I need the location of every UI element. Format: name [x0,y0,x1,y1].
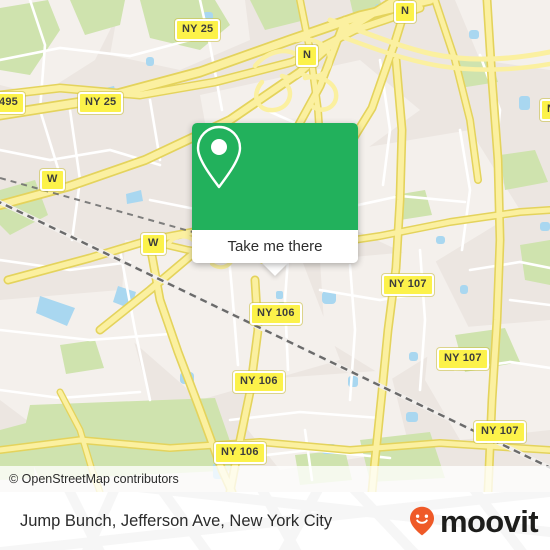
highway-shield: NY 25 [78,92,124,114]
highway-shield: 495 [0,92,25,114]
highway-shield: NY 107 [382,274,434,296]
highway-shield: N [540,99,550,121]
highway-shield: NY 107 [437,348,489,370]
take-me-there-button[interactable]: Take me there [192,230,358,263]
map-attribution[interactable]: © OpenStreetMap contributors [0,466,550,492]
highway-shield: W [141,233,166,255]
highway-shield: NY 106 [233,371,285,393]
highway-shield: NY 106 [250,303,302,325]
moovit-pin-icon [409,506,434,536]
location-pin-icon [196,125,242,189]
moovit-wordmark: moovit [439,503,539,539]
attribution-text: © OpenStreetMap contributors [9,472,179,486]
highway-shield: N [296,45,319,67]
map-canvas[interactable]: NY 25 N N 495 NY 25 N W W NY 107 NY 106 NY 107 NY 1… [0,0,550,492]
place-title: Jump Bunch, Jefferson Ave, New York City [20,492,332,550]
page-footer: Jump Bunch, Jefferson Ave, New York City… [0,492,550,550]
highway-shield: NY 107 [474,421,526,443]
take-me-there-label: Take me there [227,238,323,255]
highway-shield: NY 106 [214,442,266,464]
popup-pointer [261,262,289,276]
highway-shield: W [40,169,65,191]
map-place-popup[interactable]: Take me there [192,123,358,263]
moovit-logo[interactable]: moovit [409,492,539,550]
place-title-text: Jump Bunch, Jefferson Ave, New York City [20,511,333,530]
popup-image-placeholder [192,123,358,230]
map-screenshot: NY 25 N N 495 NY 25 N W W NY 107 NY 106 NY 107 NY 1… [0,0,550,550]
highway-shield: N [394,1,417,23]
highway-shield: NY 25 [175,19,221,41]
